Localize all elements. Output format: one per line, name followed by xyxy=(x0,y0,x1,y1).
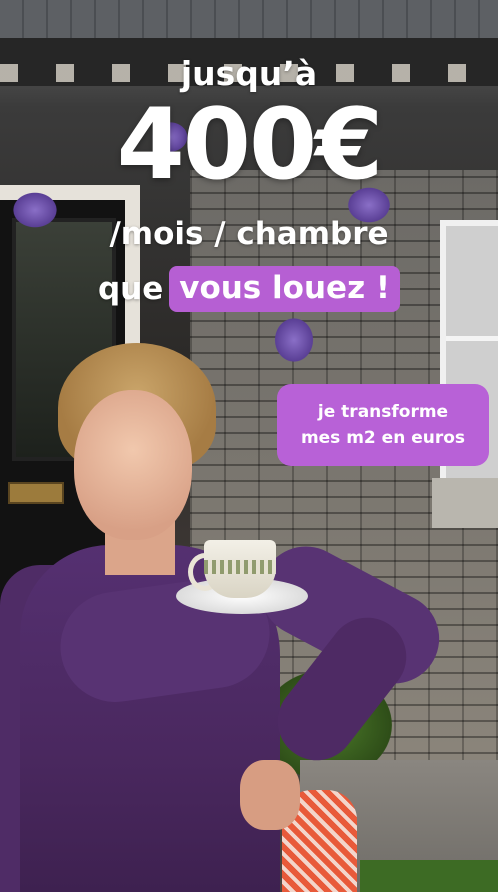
cta-line-2: mes m2 en euros xyxy=(300,428,466,448)
cta-button[interactable]: je transforme mes m2 en euros xyxy=(277,384,489,466)
woman-face xyxy=(74,390,192,540)
teacup-pattern xyxy=(204,560,276,574)
headline-amount: 400€ xyxy=(116,88,384,202)
headline-que-line: que vous louez ! xyxy=(0,266,498,312)
grass xyxy=(360,860,498,892)
headline-que: que xyxy=(97,271,164,307)
woman-hand-on-hip xyxy=(240,760,300,830)
cta-line-1: je transforme xyxy=(317,402,449,422)
window-sill xyxy=(432,478,498,528)
headline-highlight: vous louez ! xyxy=(169,266,401,312)
wisteria-flower xyxy=(272,315,316,365)
roof-tiles xyxy=(0,0,498,40)
letterbox xyxy=(8,482,64,504)
headline-unit: /mois / chambre xyxy=(109,216,389,252)
